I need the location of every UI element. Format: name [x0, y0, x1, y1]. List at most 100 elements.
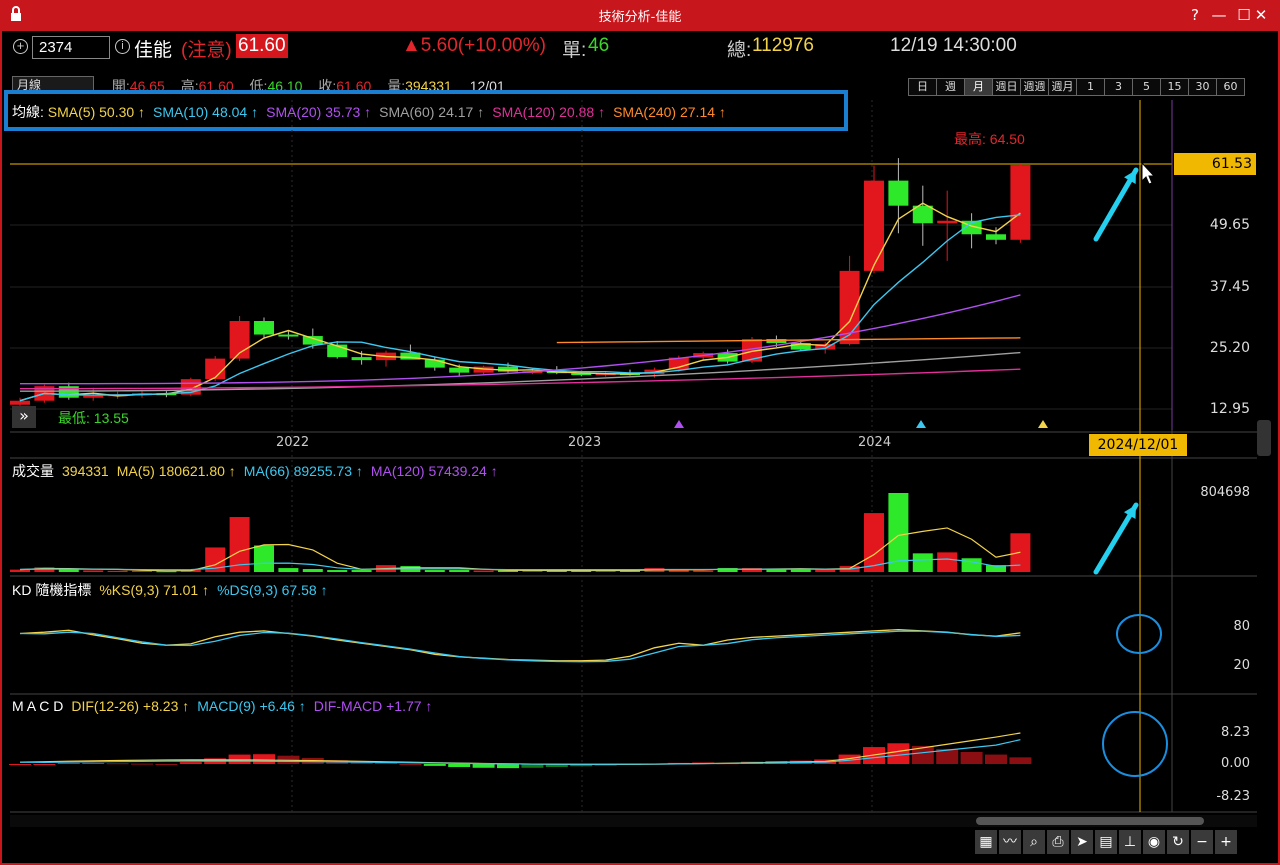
price-axis-label: 37.45: [1209, 279, 1250, 295]
lowest-price-label: 最低: 13.55: [58, 410, 129, 426]
annotation-circle: [1116, 614, 1162, 654]
zoom-in-icon[interactable]: +: [1215, 830, 1237, 854]
macd-histogram-bar: [253, 754, 275, 764]
refresh-icon[interactable]: ↻: [1167, 830, 1189, 854]
grid-icon[interactable]: ▦: [975, 830, 997, 854]
signal-marker: [674, 420, 684, 428]
macd-histogram-bar: [985, 754, 1007, 764]
legend-item: 成交量: [12, 463, 54, 479]
legend-item: MA(66) 89255.73 ↑: [243, 463, 363, 479]
kd-axis-label: 80: [1233, 619, 1250, 634]
macd-histogram-bar: [228, 754, 251, 764]
volume-legend: 成交量 394331 MA(5) 180621.80 ↑ MA(66) 89255.7…: [12, 461, 506, 481]
macd-histogram-bar: [448, 764, 471, 768]
candle-body: [278, 334, 299, 337]
macd-histogram-bar: [960, 751, 983, 764]
candle-body: [351, 357, 372, 361]
volume-axis-label: 804698: [1200, 485, 1250, 500]
eye-icon[interactable]: ◉: [1143, 830, 1165, 854]
macd-axis-label: -8.23: [1216, 789, 1250, 804]
d-line: [19, 630, 1021, 663]
macd-histogram-bar: [423, 764, 446, 766]
legend-item: 394331: [62, 463, 109, 479]
volume-bar: [254, 545, 274, 572]
volume-bar: [693, 570, 714, 572]
macd-legend: M A C D DIF(12-26) +8.23 ↑ MACD(9) +6.46 ↑…: [12, 698, 440, 714]
x-axis-label: 2022: [276, 435, 310, 450]
volume-bar: [278, 568, 299, 572]
macd-histogram-bar: [399, 764, 422, 765]
kd-axis-label: 20: [1233, 658, 1250, 673]
candle-body: [986, 234, 1006, 240]
chart-toolbar: ▦ 〰 ⌕ ⎙ ➤ ▤ ⊥ ◉ ↻ − +: [975, 830, 1257, 854]
macd-histogram-bar: [179, 762, 202, 764]
annotation-circle: [1102, 711, 1168, 777]
volume-bar: [864, 513, 884, 572]
candle-body: [58, 386, 79, 398]
candle-body: [888, 180, 909, 206]
macd-histogram-bar: [57, 762, 80, 764]
price-axis-label: 49.65: [1209, 217, 1250, 233]
measure-icon[interactable]: ⊥: [1119, 830, 1141, 854]
volume-bar: [10, 569, 30, 572]
volume-bar: [424, 570, 445, 572]
legend-item: DIF-MACD +1.77 ↑: [313, 698, 433, 714]
mouse-cursor-icon: [1141, 161, 1156, 185]
expand-panel-icon[interactable]: »: [12, 406, 36, 428]
legend-item: MACD(9) +6.46 ↑: [197, 698, 306, 714]
candle-body: [10, 400, 30, 405]
macd-histogram-bar: [472, 764, 495, 768]
volume-bar: [229, 517, 250, 572]
table-icon[interactable]: ▤: [1095, 830, 1117, 854]
signal-marker: [1038, 420, 1048, 428]
candle-body: [449, 367, 470, 373]
macd-histogram-bar: [497, 764, 519, 769]
legend-item: KD 隨機指標: [12, 582, 92, 598]
pointer-icon[interactable]: ➤: [1071, 830, 1093, 854]
macd-histogram-bar: [887, 743, 910, 764]
macd-histogram-bar: [1009, 757, 1032, 764]
volume-bar: [327, 570, 348, 572]
cursor-date-tag: 2024/12/01: [1089, 434, 1187, 456]
volume-bar: [107, 570, 128, 572]
scrollbar-thumb[interactable]: [976, 817, 1204, 825]
candle-body: [424, 359, 445, 368]
volume-bar: [449, 570, 470, 572]
candle-body: [864, 180, 884, 271]
sma240-line: [556, 337, 1021, 344]
volume-bar: [302, 569, 323, 572]
kd-legend: KD 隨機指標 %KS(9,3) 71.01 ↑ %DS(9,3) 67.58 ↑: [12, 580, 336, 600]
volume-bar: [351, 570, 372, 572]
candle-body: [1010, 165, 1031, 240]
x-axis-label: 2023: [568, 435, 602, 450]
horizontal-scrollbar[interactable]: [10, 815, 1257, 827]
find-icon[interactable]: ⌕: [1023, 830, 1045, 854]
legend-item: %KS(9,3) 71.01 ↑: [99, 582, 210, 598]
price-axis-label: 12.95: [1209, 401, 1250, 417]
volume-bar: [961, 558, 982, 572]
legend-item: MA(5) 180621.80 ↑: [116, 463, 236, 479]
volume-bar: [83, 570, 104, 572]
print-icon[interactable]: ⎙: [1047, 830, 1069, 854]
volume-bar: [912, 553, 933, 572]
side-scroll-handle[interactable]: [1257, 420, 1271, 456]
zoom-out-icon[interactable]: −: [1191, 830, 1213, 854]
volume-bar: [815, 569, 836, 572]
legend-item: DIF(12-26) +8.23 ↑: [71, 698, 190, 714]
current-price-tag: 61.53: [1174, 153, 1256, 175]
highest-price-label: 最高: 64.50: [954, 131, 1025, 147]
candle-body: [205, 358, 226, 380]
legend-item: M A C D: [12, 698, 64, 714]
volume-bar: [473, 570, 494, 572]
trend-icon[interactable]: 〰: [999, 830, 1021, 854]
macd-histogram-bar: [33, 764, 56, 765]
volume-bar: [937, 552, 958, 572]
candle-body: [83, 395, 104, 398]
volume-bar: [790, 569, 811, 572]
candle-body: [254, 321, 274, 335]
macd-histogram-bar: [131, 763, 153, 765]
macd-histogram-bar: [155, 764, 178, 765]
macd-axis-label: 8.23: [1221, 725, 1250, 740]
macd-histogram-bar: [106, 763, 129, 765]
macd-histogram-bar: [9, 764, 31, 765]
